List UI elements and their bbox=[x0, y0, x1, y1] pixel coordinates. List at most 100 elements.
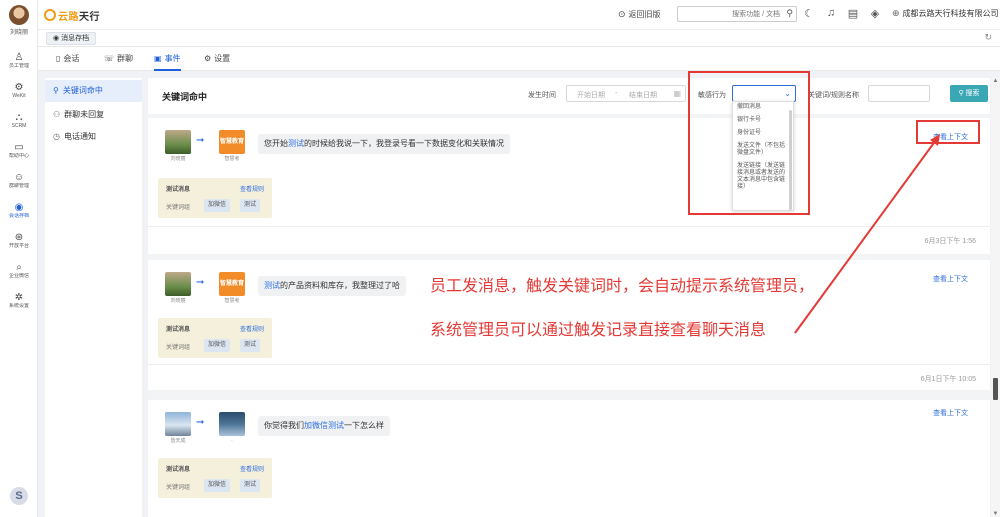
search-icon: ⚲ bbox=[958, 90, 966, 97]
group-icon: ⚇ bbox=[53, 110, 61, 119]
platform-icon: ⊛ bbox=[14, 232, 24, 243]
sender-avatar[interactable] bbox=[165, 130, 191, 154]
receiver-name: . bbox=[231, 437, 233, 443]
view-rule-link[interactable]: 查看规则 bbox=[240, 184, 264, 193]
search-button[interactable]: ⚲ 搜索 bbox=[950, 85, 988, 102]
keyword-tag: 测试 bbox=[240, 339, 261, 352]
tab-events[interactable]: ▣ 事件 bbox=[154, 53, 181, 71]
phone-icon: ◷ bbox=[53, 132, 60, 141]
divider bbox=[148, 226, 990, 227]
keyword-tag: 测试 bbox=[240, 479, 261, 492]
annotation-box-view-context bbox=[916, 120, 980, 144]
chat-icon: ▭ bbox=[14, 142, 24, 153]
main-scrollbar[interactable]: ▲ ▼ bbox=[991, 78, 1000, 517]
return-old-version-link[interactable]: ⊙ 返回旧版 bbox=[618, 9, 661, 20]
receiver-avatar[interactable]: 智慧教育 bbox=[219, 130, 245, 154]
menu-group-unreplied[interactable]: ⚇ 群聊未回复 bbox=[45, 104, 142, 126]
receiver-avatar[interactable]: 智慧教育 bbox=[219, 272, 245, 296]
tab-session[interactable]: ▯ 会话 bbox=[56, 53, 79, 71]
record-time: 6月3日下午 1:56 bbox=[924, 238, 976, 245]
tab-message-archive[interactable]: ◉ 消息存档 bbox=[46, 32, 97, 45]
diamond-icon[interactable]: ◈ bbox=[868, 7, 882, 20]
brand-logo-icon[interactable]: S bbox=[10, 487, 28, 505]
rail-item-scrm[interactable]: ⛬ SCRM bbox=[0, 112, 38, 130]
annotation-box-dropdown bbox=[688, 71, 810, 215]
refresh-icon[interactable]: ↻ bbox=[984, 32, 992, 43]
side-menu: ⚲ 关键词命中 ⚇ 群聊未回复 ◷ 电话通知 bbox=[45, 78, 142, 517]
date-start[interactable]: 开始日期 bbox=[577, 90, 605, 100]
person-icon: ♙ bbox=[14, 52, 24, 63]
settings-icon: ✲ bbox=[14, 292, 24, 303]
sender-avatar[interactable] bbox=[165, 272, 191, 296]
filter-keyword-label: 关键词/规则名称 bbox=[808, 92, 859, 99]
header-search[interactable]: ⚲ bbox=[677, 6, 797, 22]
rail-item-platform[interactable]: ⊛ 开放平台 bbox=[0, 232, 38, 250]
group-icon: ☏ bbox=[104, 54, 115, 63]
gear-icon: ⚙ bbox=[14, 82, 24, 93]
rail-item-settings[interactable]: ✲ 系统设置 bbox=[0, 292, 38, 310]
archive-icon: ◉ bbox=[53, 35, 60, 42]
scroll-down-icon[interactable]: ▼ bbox=[991, 511, 1000, 517]
receiver-avatar[interactable] bbox=[219, 412, 245, 436]
receiver-name: 智慧考 bbox=[224, 298, 240, 304]
record-item: 皆天成 ➞ . 你觉得我们加微信测试一下怎么样 查看上下文 测试消息 查看规则 … bbox=[148, 400, 990, 517]
dark-mode-icon[interactable]: ☾ bbox=[802, 7, 816, 20]
tab-settings[interactable]: ⚙ 设置 bbox=[204, 53, 230, 71]
scrollbar-thumb[interactable] bbox=[993, 378, 998, 400]
menu-keyword-hit[interactable]: ⚲ 关键词命中 bbox=[45, 80, 142, 102]
gear-icon: ⚙ bbox=[204, 54, 212, 63]
logo-text: 云路天行 bbox=[58, 11, 100, 23]
rail-item-archive[interactable]: ◉ 会话存档 bbox=[0, 202, 38, 220]
sender-name: 刘晓丽 bbox=[170, 156, 186, 162]
message-bubble: 测试的产品资料和库存，我整理过了哈 bbox=[258, 276, 406, 296]
rail-item-wecom[interactable]: ⌕ 企业微信 bbox=[0, 262, 38, 280]
header-search-input[interactable] bbox=[678, 7, 782, 21]
archive-icon: ◉ bbox=[14, 202, 24, 213]
sender-avatar[interactable] bbox=[165, 412, 191, 436]
sender-name: 皆天成 bbox=[170, 438, 186, 444]
arrow-right-icon: ➞ bbox=[196, 277, 205, 288]
left-rail: 刘晓丽 ♙ 员工管理 ⚙ WeKit ⛬ SCRM ▭ 帮助中心 ☺ 群聊管理 … bbox=[0, 0, 38, 517]
avatar[interactable] bbox=[9, 5, 29, 25]
arrow-right-icon: ➞ bbox=[196, 135, 205, 146]
group-icon: ☺ bbox=[13, 172, 25, 183]
search-icon[interactable]: ⚲ bbox=[786, 8, 793, 19]
keyword-input[interactable] bbox=[868, 85, 930, 102]
view-context-link[interactable]: 查看上下文 bbox=[933, 274, 968, 284]
annotation-text-line1: 员工发消息，触发关键词时，会自动提示系统管理员， bbox=[430, 276, 815, 295]
bell-icon[interactable]: ♫ bbox=[824, 7, 838, 19]
monitor-icon: ▣ bbox=[154, 54, 162, 63]
keyword-tag: 加微信 bbox=[204, 479, 231, 492]
keyword-highlight: 加微信测试 bbox=[304, 421, 344, 430]
trigger-info: 测试消息 查看规则 关键词组 加微信 测试 bbox=[158, 458, 272, 498]
view-rule-link[interactable]: 查看规则 bbox=[240, 324, 264, 333]
date-range-picker[interactable]: 开始日期 - 结束日期 ▦ bbox=[566, 85, 686, 102]
rail-item-wekit[interactable]: ⚙ WeKit bbox=[0, 82, 38, 100]
trigger-info: 测试消息 查看规则 关键词组 加微信 测试 bbox=[158, 178, 272, 218]
chat-icon: ▯ bbox=[56, 54, 61, 63]
scroll-up-icon[interactable]: ▲ bbox=[991, 78, 1000, 84]
view-rule-link[interactable]: 查看规则 bbox=[240, 464, 264, 473]
rail-item-help[interactable]: ▭ 帮助中心 bbox=[0, 142, 38, 160]
document-icon[interactable]: ▤ bbox=[846, 7, 860, 20]
calendar-icon[interactable]: ▦ bbox=[673, 89, 681, 98]
rail-item-group[interactable]: ☺ 群聊管理 bbox=[0, 172, 38, 190]
keyword-tag: 测试 bbox=[240, 199, 261, 212]
sender-name: 刘晓丽 bbox=[170, 298, 186, 304]
company-icon: ⊕ bbox=[892, 8, 900, 18]
search-icon: ⌕ bbox=[16, 262, 22, 273]
app-logo[interactable]: 云路天行 bbox=[44, 8, 100, 23]
sub-tabs: ▯ 会话 ☏ 群聊 ▣ 事件 ⚙ 设置 bbox=[38, 47, 1000, 71]
page-tab-strip: ◉ 消息存档 ↻ bbox=[38, 30, 1000, 47]
record-item: 刘晓丽 ➞ 智慧教育 智慧考 您开始测试的时候给我说一下，我登录号看一下数据变化… bbox=[148, 118, 990, 254]
menu-phone-notify[interactable]: ◷ 电话通知 bbox=[45, 126, 142, 148]
date-end[interactable]: 结束日期 bbox=[629, 90, 657, 100]
record-time: 6月1日下午 10:05 bbox=[920, 376, 976, 383]
tab-group-chat[interactable]: ☏ 群聊 bbox=[104, 53, 133, 71]
company-switcher[interactable]: ⊕ 成都云路天行科技有限公司 bbox=[892, 8, 999, 19]
arrow-right-icon: ➞ bbox=[196, 417, 205, 428]
rail-item-staff[interactable]: ♙ 员工管理 bbox=[0, 52, 38, 70]
keyword-tag: 加微信 bbox=[204, 199, 231, 212]
view-context-link[interactable]: 查看上下文 bbox=[933, 408, 968, 418]
search-icon: ⚲ bbox=[53, 86, 59, 95]
